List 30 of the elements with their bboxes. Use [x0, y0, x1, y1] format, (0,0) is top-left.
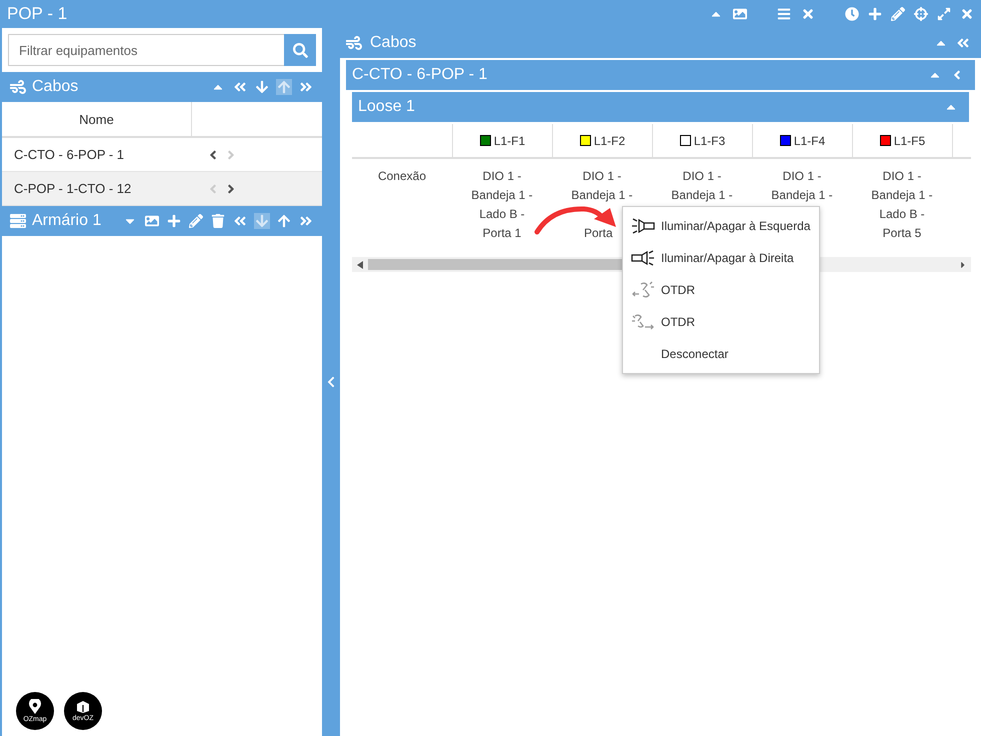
fiber-label: L1-F4 — [794, 134, 826, 148]
connection-text: Bandeja 1 - — [571, 187, 633, 204]
connection-text: Bandeja 1 - — [771, 187, 833, 204]
window-title: POP - 1 — [7, 4, 68, 24]
fiber-label: L1-F1 — [494, 134, 526, 148]
connection-text: DIO 1 - — [582, 168, 622, 185]
table-cell-text: C-CTO - 6-POP - 1 — [13, 147, 126, 162]
connection-text: Lado B - — [879, 206, 925, 223]
connection-text: Porta — [583, 225, 613, 242]
connection-text: DIO 1 - — [682, 168, 722, 185]
section-title: Armário 1 — [32, 212, 102, 230]
connection-text: Bandeja 1 - — [671, 187, 733, 204]
connection-text: Lado B - — [479, 206, 525, 223]
connection-text: Porta 1 — [482, 225, 522, 242]
connection-text: Bandeja 1 - — [871, 187, 933, 204]
fiber-label: L1-F5 — [894, 134, 926, 148]
connection-text: DIO 1 - — [782, 168, 822, 185]
row-label: Conexão — [378, 168, 426, 185]
connection-text: Bandeja 1 - — [471, 187, 533, 204]
fiber-label: L1-F3 — [694, 134, 726, 148]
connection-text: DIO 1 - — [482, 168, 522, 185]
connection-text: DIO 1 - — [882, 168, 922, 185]
connection-text: Porta 5 — [882, 225, 922, 242]
section-title: Cabos — [32, 78, 78, 96]
loose-title: Loose 1 — [358, 98, 415, 116]
fiber-label: L1-F2 — [594, 134, 626, 148]
section-title: Cabos — [370, 34, 416, 52]
cable-title: C-CTO - 6-POP - 1 — [352, 66, 488, 84]
table-cell-text: C-POP - 1-CTO - 12 — [13, 181, 132, 196]
column-header: Nome — [2, 102, 192, 136]
